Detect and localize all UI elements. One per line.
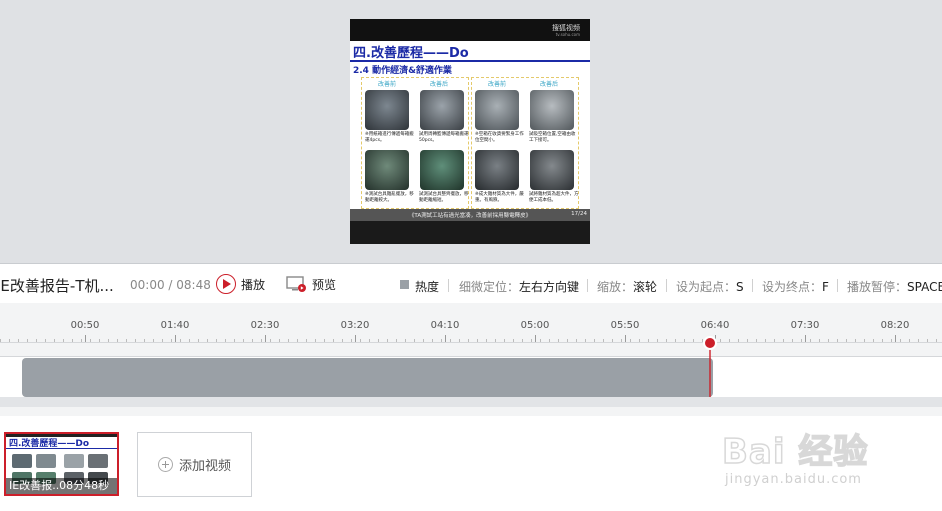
caption: ※用紙箱進行傳遞每箱搬運4pcs。 [365,132,414,143]
photo [530,90,574,130]
add-video-button[interactable]: 添加视频 [137,432,252,497]
ruler-time-label: 03:20 [340,320,370,331]
video-editor: 搜狐视频 tv.sohu.com 四.改善歷程——Do 2.4 動作經濟&舒適作… [0,0,942,511]
caption: 試吸空箱位置,空箱由收工下接可。 [529,132,576,143]
caption: ※成大雜材質為大件，嚴重。有風險。 [475,192,524,203]
slide: 四.改善歷程——Do 2.4 動作經濟&舒適作業 改善前 改善后 ※用紙箱進行傳… [350,41,590,209]
ruler-time-label: 05:00 [520,320,550,331]
ruler-time-label: 06:40 [700,320,730,331]
photo [365,90,409,130]
hint-zoom: 缩放：滚轮 [597,280,658,294]
ruler-major-tick [625,335,626,342]
svg-text:四.改善歷程——Do: 四.改善歷程——Do [9,437,89,449]
ruler-major-tick [535,335,536,342]
preview-button[interactable]: 预览 [286,274,336,294]
video-preview[interactable]: 搜狐视频 tv.sohu.com 四.改善歷程——Do 2.4 動作經濟&舒適作… [350,19,590,244]
photo [420,90,464,130]
timeline-track[interactable] [0,356,942,398]
add-video-label: 添加视频 [178,459,231,474]
timeline-clip[interactable] [22,358,713,397]
sohu-logo-sub: tv.sohu.com [555,32,580,37]
caption: 試用周轉籃傳遞每箱搬運50pcs。 [419,132,469,143]
timeline-ruler[interactable]: 00:50 01:40 02:30 03:20 04:10 05:00 05:50 06:40… [0,303,942,356]
caption: ※空箱在收貨要緊身工作位空間小。 [475,132,524,143]
slide-grid-right: 改善前 改善后 ※空箱在收貨要緊身工作位空間小。 試吸空箱位置,空箱由收工下接可… [471,77,579,209]
heat-toggle[interactable]: 热度 [415,278,439,295]
video-caption: 《TA測試工站有過光當凑，改善前採用縣電釋皮》 [408,213,532,219]
ruler-major-tick [805,335,806,342]
slide-grid-left: 改善前 改善后 ※用紙箱進行傳遞每箱搬運4pcs。 試用周轉籃傳遞每箱搬運50p… [361,77,469,209]
divider [666,279,667,292]
photo [530,150,574,190]
ruler-time-label: 05:50 [610,320,640,331]
photo [475,90,519,130]
ruler-major-tick [85,335,86,342]
photo [475,150,519,190]
time-display: 00:00 / 08:48 [130,278,211,292]
hint-set-end: 设为终点：F [762,280,829,294]
divider [448,279,449,292]
ruler-major-tick [895,335,896,342]
video-top-bar: 搜狐视频 tv.sohu.com [350,19,590,41]
ruler-major-tick [355,335,356,342]
ruler-time-label: 07:30 [790,320,820,331]
caption: 試將雜材質為超大件，方便工成本低。 [529,192,579,203]
slide-title: 四.改善歷程——Do [353,46,469,61]
divider [587,279,588,292]
photo [420,150,464,190]
ruler-major-tick [175,335,176,342]
ruler-time-label: 08:20 [880,320,910,331]
after-label: 改善后 [540,81,559,88]
current-time: 00:00 [130,278,165,292]
divider [752,279,753,292]
plus-icon [157,457,173,472]
slide-subtitle: 2.4 動作經濟&舒適作業 [353,66,452,76]
hint-play-pause: 播放暂停：SPACE [847,280,942,294]
timeline-scrollbar[interactable] [0,397,942,407]
hint-fine-position: 细微定位：左右方向键 [459,280,580,294]
clip-thumbnail[interactable]: 四.改善歷程——Do IE改善报..08分48秒 [4,432,119,496]
monitor-play-icon [286,276,306,292]
before-label: 改善前 [488,81,507,88]
preview-label: 预览 [312,277,337,292]
play-icon [216,274,236,294]
ruler-time-label: 02:30 [250,320,280,331]
after-label: 改善后 [430,81,449,88]
photo [365,150,409,190]
ruler-major-tick [445,335,446,342]
ruler-time-label: 01:40 [160,320,190,331]
heat-legend-swatch [400,280,409,289]
video-page-number: 17/24 [571,211,587,217]
total-time: / 08:48 [164,278,211,292]
playhead-line [709,342,711,397]
caption: ※測試台具雜亂擺放，移動距離較大。 [365,192,414,203]
slide-rule [350,60,590,62]
ruler-time-label: 00:50 [70,320,100,331]
play-button[interactable]: 播放 [216,274,265,294]
before-label: 改善前 [378,81,397,88]
divider [837,279,838,292]
playhead-handle[interactable] [703,336,717,350]
ruler-baseline [0,342,942,343]
ruler-major-tick [265,335,266,342]
clip-label: IE改善报..08分48秒 [6,478,117,494]
control-bar: IE改善报告-T机... 00:00 / 08:48 播放 预览 热度 细微定位… [0,265,942,303]
ruler-time-label: 04:10 [430,320,460,331]
clip-library: 四.改善歷程——Do IE改善报..08分48秒 添加视频 [0,416,942,511]
video-title: IE改善报告-T机... [0,277,114,295]
separator-strip [0,407,942,416]
hint-set-start: 设为起点：S [676,280,744,294]
caption: 試測試台具整齊擺放，移動距離縮短。 [419,192,469,203]
play-label: 播放 [241,277,266,292]
preview-area: 搜狐视频 tv.sohu.com 四.改善歷程——Do 2.4 動作經濟&舒適作… [0,0,942,264]
